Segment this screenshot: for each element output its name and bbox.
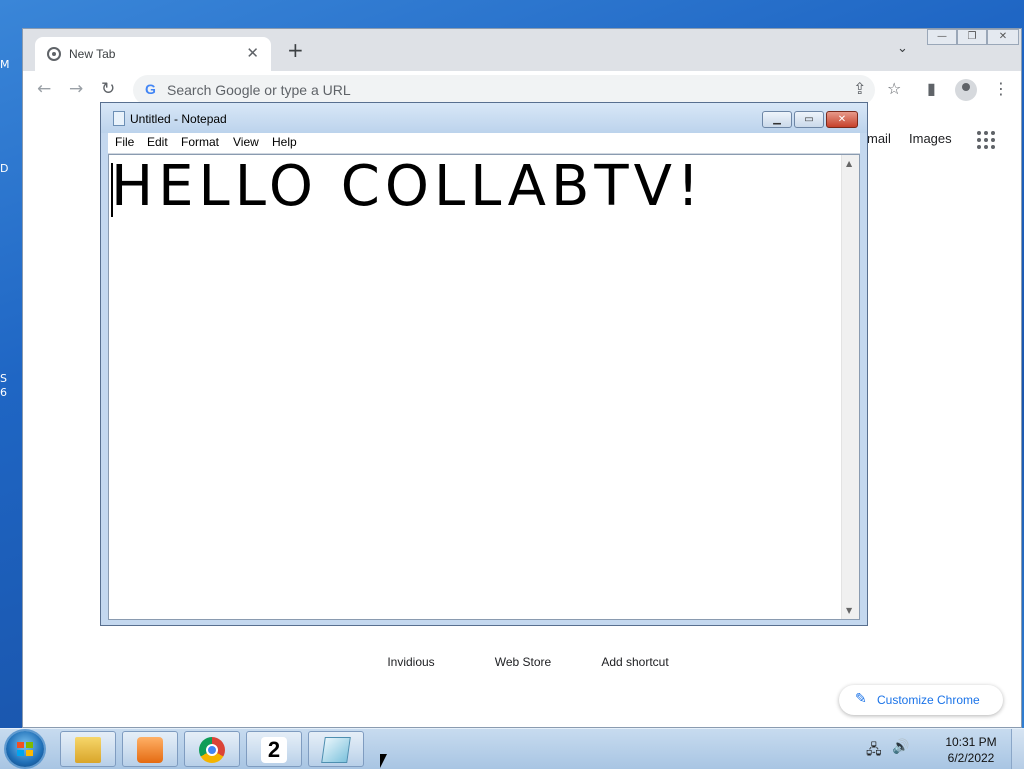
menu-edit[interactable]: Edit	[147, 135, 168, 149]
menu-icon[interactable]: ⋮	[993, 79, 1009, 98]
chrome-close-button[interactable]: ✕	[987, 29, 1019, 45]
show-desktop-button[interactable]	[1011, 729, 1024, 769]
vertical-scrollbar[interactable]: ▲ ▼	[841, 155, 859, 619]
notepad-minimize-button[interactable]: ▁	[762, 111, 792, 128]
pencil-icon: ✎	[855, 691, 867, 707]
tab-close-icon[interactable]: ✕	[246, 44, 259, 62]
tab-search-icon[interactable]: ⌄	[897, 41, 908, 56]
taskbar-app-2[interactable]: 2	[246, 731, 302, 767]
desktop-icon-label[interactable]: 6	[0, 386, 14, 399]
notepad-content: HELLO COLLABTV!	[111, 154, 705, 219]
gmail-link[interactable]: mail	[867, 131, 891, 146]
windows-logo-icon	[17, 742, 33, 756]
desktop-icon-label[interactable]: D	[0, 162, 14, 175]
customize-chrome-button[interactable]: ✎ Customize Chrome	[839, 685, 1003, 715]
add-shortcut[interactable]: Add shortcut	[580, 655, 690, 669]
google-apps-icon[interactable]	[977, 131, 995, 149]
desktop-icon-label[interactable]: S	[0, 372, 14, 385]
notepad-maximize-button[interactable]: ▭	[794, 111, 824, 128]
tab-new-tab[interactable]: New Tab ✕	[35, 37, 271, 71]
taskbar-notepad[interactable]	[308, 731, 364, 767]
app-2-icon: 2	[261, 737, 287, 763]
reload-icon[interactable]: ↻	[101, 79, 115, 99]
scroll-up-icon[interactable]: ▲	[846, 159, 852, 168]
menu-format[interactable]: Format	[181, 135, 219, 149]
notepad-close-button[interactable]: ✕	[826, 111, 858, 128]
new-tab-button[interactable]: +	[287, 40, 304, 60]
media-player-icon	[137, 737, 163, 763]
menu-help[interactable]: Help	[272, 135, 297, 149]
notepad-title-bar[interactable]: Untitled - Notepad ▁ ▭ ✕	[101, 103, 867, 133]
customize-chrome-label: Customize Chrome	[877, 693, 980, 707]
taskbar-file-explorer[interactable]	[60, 731, 116, 767]
tab-title: New Tab	[69, 47, 116, 61]
profile-icon[interactable]	[955, 79, 977, 101]
menu-file[interactable]: File	[115, 135, 134, 149]
shortcut-web-store[interactable]: Web Store	[468, 655, 578, 669]
back-arrow-icon[interactable]: ←	[37, 79, 51, 99]
clock-date: 6/2/2022	[947, 751, 995, 765]
chrome-icon	[199, 737, 225, 763]
omnibox[interactable]: G Search Google or type a URL	[133, 75, 875, 105]
forward-arrow-icon[interactable]: →	[69, 79, 83, 99]
scroll-down-icon[interactable]: ▼	[846, 606, 852, 615]
volume-icon[interactable]: 🔊	[892, 739, 909, 755]
taskbar: 2 🖧 🔊 10:31 PM 6/2/2022	[0, 728, 1024, 769]
mouse-cursor-icon	[380, 754, 387, 768]
clock[interactable]: 10:31 PM 6/2/2022	[936, 734, 1006, 766]
notepad-window: Untitled - Notepad ▁ ▭ ✕ File Edit Forma…	[100, 102, 868, 626]
desktop-icon-label[interactable]: M	[0, 58, 14, 71]
notepad-title: Untitled - Notepad	[130, 112, 227, 126]
notepad-icon	[321, 737, 351, 763]
shortcut-invidious[interactable]: Invidious	[356, 655, 466, 669]
chrome-restore-button[interactable]: ❐	[957, 29, 987, 45]
network-icon[interactable]: 🖧	[866, 739, 882, 763]
notepad-icon	[113, 111, 125, 126]
clock-time: 10:31 PM	[945, 735, 997, 749]
start-button[interactable]	[6, 731, 44, 767]
images-link[interactable]: Images	[909, 131, 952, 146]
side-panel-icon[interactable]: ▮	[927, 79, 936, 98]
menu-view[interactable]: View	[233, 135, 259, 149]
chrome-minimize-button[interactable]: —	[927, 29, 957, 45]
chrome-favicon-icon	[47, 47, 61, 61]
taskbar-chrome[interactable]	[184, 731, 240, 767]
omnibox-placeholder: Search Google or type a URL	[167, 82, 351, 98]
notepad-text-area[interactable]: HELLO COLLABTV! ▲ ▼	[108, 154, 860, 620]
file-explorer-icon	[75, 737, 101, 763]
google-g-icon: G	[145, 81, 156, 97]
share-icon[interactable]: ⇪	[853, 79, 866, 98]
star-icon[interactable]: ☆	[887, 79, 901, 98]
notepad-menu-bar: File Edit Format View Help	[108, 133, 860, 154]
taskbar-media-player[interactable]	[122, 731, 178, 767]
